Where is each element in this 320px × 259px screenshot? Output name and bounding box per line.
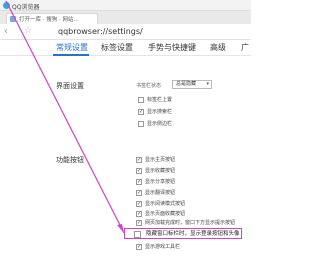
window-titlebar: QQ浏览器 (0, 0, 251, 11)
bookmark-bar-select[interactable]: 总是隐藏 ▾ (172, 80, 212, 89)
checkbox[interactable]: ✓ (136, 179, 142, 185)
tab-tab-settings[interactable]: 标签设置 (101, 42, 133, 54)
option-label: 显示收藏按钮 (145, 168, 176, 174)
back-icon[interactable]: ‹ (4, 26, 8, 38)
option-label: 隐藏窗口标栏时，显示登录按钮和头像 (146, 231, 240, 237)
address-bar[interactable]: qqbrowser://settings/ (58, 25, 178, 39)
option-label: 显示主页按钮 (145, 157, 176, 163)
qq-browser-logo-icon (3, 2, 10, 9)
checkbox[interactable]: ✓ (136, 168, 142, 174)
option-label: 显示侧边栏 (147, 121, 173, 127)
highlighted-option-row[interactable]: 隐藏窗口标栏时，显示登录按钮和头像 (124, 228, 242, 239)
chevron-down-icon: ▾ (206, 81, 209, 87)
tab-title: 打开一库 · 搜狗 · 网站... (19, 17, 79, 23)
browser-toolbar: ‹ ☆ qqbrowser://settings/ (0, 24, 251, 40)
option-label: 显示分享按钮 (145, 179, 176, 185)
function-buttons-section-title: 功能按钮 (56, 156, 84, 164)
checkbox[interactable]: ✓ (136, 244, 142, 250)
checkbox[interactable]: ✓ (136, 190, 142, 196)
interface-section-title: 界面设置 (56, 82, 84, 90)
settings-tabs: 常规设置 标签设置 手势与快捷键 高级 广 (0, 40, 251, 56)
option-label: 显示搜索栏 (147, 109, 173, 115)
tab-strip: 打开一库 · 搜狗 · 网站... (0, 11, 251, 24)
checkbox[interactable]: ✓ (138, 109, 144, 115)
browser-tab[interactable]: 打开一库 · 搜狗 · 网站... (6, 13, 98, 24)
app-title: QQ浏览器 (12, 4, 40, 11)
arrowhead (117, 224, 124, 233)
tab-general-settings[interactable]: 常规设置 (56, 42, 88, 54)
tab-gestures-shortcuts[interactable]: 手势与快捷键 (148, 42, 196, 54)
tab-advanced[interactable]: 高级 (210, 42, 226, 54)
option-label: 网页加载完成时，窗口下方显示提示按钮 (145, 220, 236, 226)
page-favicon-icon (10, 16, 16, 22)
option-label: 显示翻译按钮 (145, 190, 176, 196)
option-label: 显示页面收藏按钮 (145, 211, 186, 217)
option-label: 显示游戏工具栏 (145, 244, 181, 250)
checkbox[interactable] (138, 121, 144, 127)
option-label: 标签栏上置 (147, 97, 173, 103)
tab-more[interactable]: 广 (241, 42, 249, 54)
option-label: 显示阅读模式按钮 (145, 201, 186, 207)
checkbox[interactable] (134, 231, 141, 238)
bookmark-bar-select-value: 总是隐藏 (176, 81, 197, 87)
active-tab-indicator (53, 54, 89, 56)
bookmark-bar-label: 书签栏状态 (136, 83, 162, 89)
checkbox[interactable] (138, 97, 144, 103)
star-icon[interactable]: ☆ (24, 26, 32, 36)
checkbox[interactable]: ✓ (136, 201, 142, 207)
checkbox[interactable]: ✓ (136, 211, 142, 217)
checkbox[interactable]: ✓ (136, 220, 142, 226)
checkbox[interactable]: ✓ (136, 157, 142, 163)
